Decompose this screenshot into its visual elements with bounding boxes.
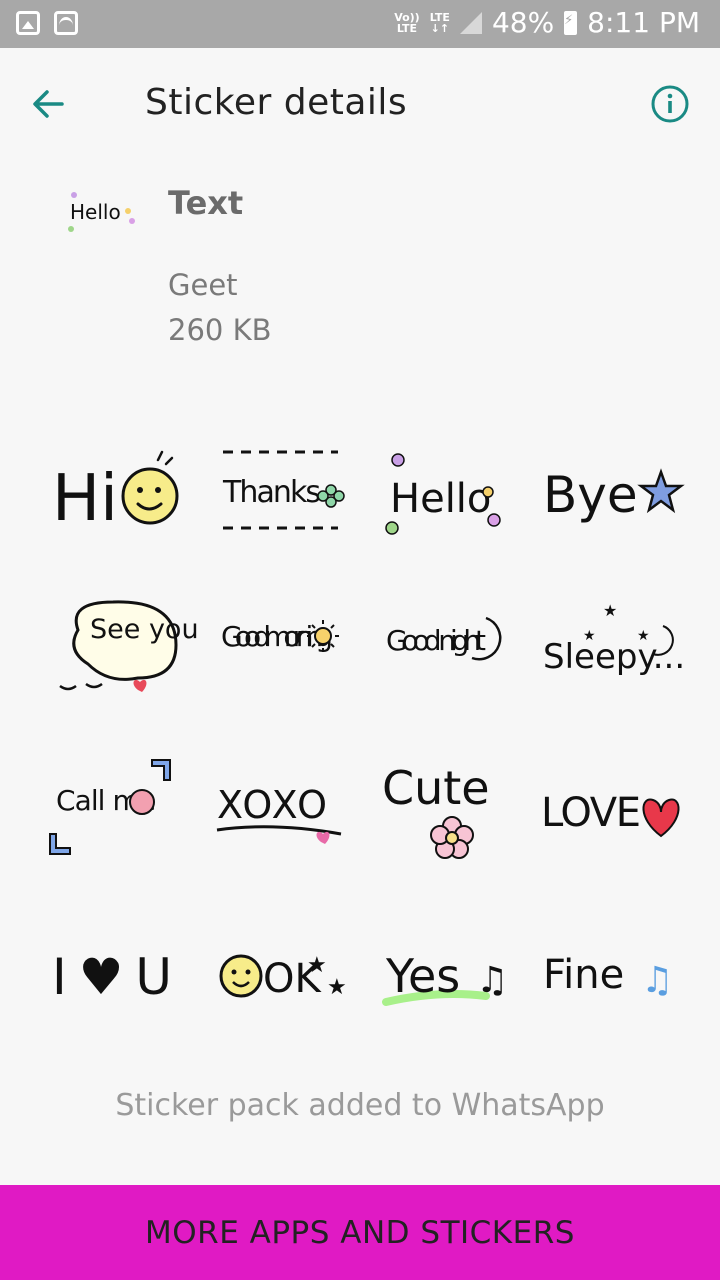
clock: 8:11 PM — [587, 6, 700, 39]
svg-text:See you: See you — [90, 614, 199, 645]
pack-tray-icon: Hello — [68, 192, 135, 232]
pack-name: Text — [168, 184, 244, 222]
sticker-sleepy[interactable]: Sleepy... ★ ★ ★ — [525, 570, 690, 730]
sticker-fine[interactable]: Fine ♫ — [525, 890, 690, 1050]
volte-indicator: Vo)) LTE — [394, 10, 420, 35]
svg-text:Good night: Good night — [386, 624, 486, 657]
svg-text:Thanks: Thanks — [222, 475, 321, 510]
status-bar: Vo)) LTE LTE ↓↑ 48% 8:11 PM — [0, 0, 720, 48]
battery-charging-icon — [564, 10, 578, 35]
svg-text:Sleepy...: Sleepy... — [543, 637, 685, 677]
gallery-notification-icon — [16, 11, 40, 35]
sticker-call-me[interactable]: Call me — [30, 730, 195, 890]
info-icon[interactable] — [650, 84, 690, 124]
svg-text:★: ★ — [637, 628, 650, 644]
sticker-hello[interactable]: Hello — [360, 410, 525, 570]
signal-icon — [459, 11, 482, 34]
sticker-yes[interactable]: Yes ♫ — [360, 890, 525, 1050]
svg-text:Fine: Fine — [543, 952, 624, 998]
sticker-bye[interactable]: Bye — [525, 410, 690, 570]
sticker-cute[interactable]: Cute — [360, 730, 525, 890]
svg-text:XOXO: XOXO — [217, 783, 327, 827]
svg-text:Cute: Cute — [382, 761, 490, 815]
sticker-hi[interactable]: Hi — [30, 410, 195, 570]
more-apps-button[interactable]: MORE APPS AND STICKERS — [0, 1185, 720, 1280]
lte-indicator: LTE ↓↑ — [429, 10, 450, 35]
sticker-ok[interactable]: OK ★ ★ — [195, 890, 360, 1050]
svg-text:★: ★ — [583, 628, 596, 644]
sticker-xoxo[interactable]: XOXO — [195, 730, 360, 890]
svg-text:Hi: Hi — [52, 462, 118, 536]
svg-text:★: ★ — [603, 601, 617, 620]
sticker-see-you[interactable]: See you — [30, 570, 198, 730]
sticker-grid: Hi Thanks Hello Bye See you Good morn Go… — [30, 410, 690, 1070]
svg-text:♫: ♫ — [476, 960, 508, 1001]
svg-text:I♥U: I♥U — [52, 948, 172, 1006]
pack-author: Geet — [168, 268, 238, 302]
svg-text:Yes: Yes — [385, 949, 460, 1003]
sticker-thanks[interactable]: Thanks — [195, 410, 360, 570]
sticker-good-night[interactable]: Good night — [360, 570, 525, 730]
svg-text:★: ★ — [307, 953, 327, 978]
added-status-text: Sticker pack added to WhatsApp — [115, 1088, 605, 1123]
svg-text:Hello: Hello — [70, 200, 121, 224]
svg-text:LOVE: LOVE — [541, 790, 641, 836]
sticker-good-morning[interactable]: Good morning — [195, 570, 360, 730]
sticker-love[interactable]: LOVE — [525, 730, 690, 890]
page-title: Sticker details — [145, 82, 408, 123]
back-arrow-icon[interactable] — [28, 84, 68, 124]
battery-percent: 48% — [491, 6, 555, 39]
sticker-i-love-u[interactable]: I♥U — [30, 890, 195, 1050]
svg-text:Bye: Bye — [543, 466, 638, 524]
app-bar: Sticker details — [0, 48, 720, 160]
svg-text:★: ★ — [327, 975, 347, 1000]
svg-text:♫: ♫ — [641, 960, 673, 1001]
svg-text:Hello: Hello — [390, 476, 491, 522]
wifi-notification-icon — [54, 11, 78, 35]
pack-size: 260 KB — [168, 313, 272, 347]
